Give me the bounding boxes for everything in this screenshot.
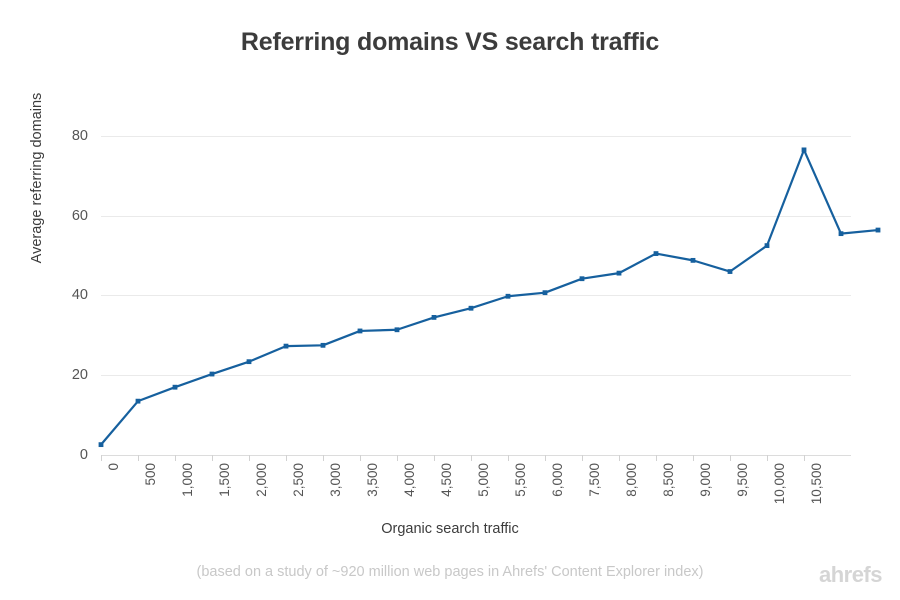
x-axis-tick-mark	[656, 455, 657, 461]
x-axis-tick-label: 8,000	[624, 463, 639, 497]
data-point-marker	[727, 269, 733, 274]
x-axis-tick-mark	[804, 455, 805, 461]
footer-note: (based on a study of ~920 million web pa…	[196, 564, 704, 580]
y-axis-tick-label: 20	[71, 367, 88, 384]
data-point-marker	[246, 359, 252, 365]
y-axis-tick-label: 60	[71, 207, 88, 224]
data-point-marker	[172, 384, 178, 390]
data-point-marker	[764, 243, 770, 249]
data-point-marker	[579, 276, 585, 282]
x-axis-tick-label: 0	[106, 463, 121, 471]
y-axis-tick-label: 80	[71, 127, 88, 144]
x-axis-tick-label: 9,500	[735, 463, 750, 497]
data-point-marker	[283, 343, 289, 349]
x-axis-tick-mark	[508, 455, 509, 461]
data-point-marker	[431, 315, 437, 320]
x-axis-tick-mark	[471, 455, 472, 461]
x-axis-tick-label: 1,500	[217, 463, 232, 497]
x-axis-tick-mark	[545, 455, 546, 461]
x-axis-tick-mark	[767, 455, 768, 461]
x-axis-tick-label: 1,000	[180, 463, 195, 497]
x-axis-tick-label: 6,000	[550, 463, 565, 497]
chart-container: Referring domains VS search traffic Aver…	[0, 0, 900, 600]
y-axis-tick-labels: 0 20 40 60 80	[40, 112, 88, 463]
chart-title: Referring domains VS search traffic	[240, 28, 660, 56]
x-axis-tick-label: 4,000	[402, 463, 417, 497]
x-axis-tick-mark	[138, 455, 139, 461]
data-point-marker	[505, 293, 511, 299]
data-point-marker	[394, 327, 400, 333]
x-axis-tick-mark	[397, 455, 398, 461]
data-point-marker	[98, 442, 104, 448]
plot-area	[98, 112, 881, 455]
x-axis-tick-label: 10,000	[772, 463, 787, 505]
x-axis-tick-mark	[582, 455, 583, 461]
ahrefs-logo: ahrefs	[818, 562, 883, 587]
x-axis-tick-label: 2,000	[254, 463, 269, 497]
y-axis-tick-label: 40	[71, 287, 88, 304]
data-point-marker	[357, 328, 363, 334]
data-point-marker	[801, 147, 807, 153]
x-axis-tick-mark	[434, 455, 435, 461]
x-axis-tick-mark	[286, 455, 287, 461]
x-axis-tick-label: 500	[143, 463, 158, 486]
x-axis-tick-label: 2,500	[291, 463, 306, 497]
x-axis-tick-mark	[249, 455, 250, 461]
data-point-marker	[690, 257, 696, 263]
data-point-marker	[653, 251, 659, 256]
x-axis-tick-marks	[101, 455, 851, 463]
x-axis-tick-label: 3,000	[328, 463, 343, 497]
data-point-marker	[875, 227, 881, 233]
x-axis-title: Organic search traffic	[381, 521, 519, 537]
line-series	[98, 147, 881, 448]
x-axis-tick-label: 3,500	[365, 463, 380, 497]
x-axis-tick-mark	[619, 455, 620, 461]
x-axis-tick-label: 5,500	[513, 463, 528, 497]
x-axis-tick-mark	[730, 455, 731, 461]
x-axis-tick-label: 8,500	[661, 463, 676, 497]
data-point-marker	[320, 342, 326, 348]
series-line	[99, 148, 880, 446]
data-point-marker	[468, 305, 474, 311]
x-axis-tick-label: 5,000	[476, 463, 491, 497]
x-axis-tick-mark	[101, 455, 102, 461]
x-axis-tick-label: 10,500	[809, 463, 824, 505]
x-axis-tick-mark	[360, 455, 361, 461]
x-axis-tick-label: 4,500	[439, 463, 454, 497]
data-point-marker	[838, 231, 844, 237]
x-axis-tick-mark	[212, 455, 213, 461]
y-axis-tick-label: 0	[79, 447, 88, 463]
x-axis-tick-mark	[693, 455, 694, 461]
x-axis-tick-labels: 0 500 1,000 1,500 2,000 2,500 3,000 3,500 4,000 4…	[101, 463, 851, 521]
series-markers	[98, 147, 881, 448]
x-axis-tick-mark	[175, 455, 176, 461]
data-point-marker	[616, 270, 622, 276]
x-axis-tick-mark	[323, 455, 324, 461]
data-point-marker	[135, 398, 141, 404]
x-axis-tick-label: 7,500	[587, 463, 602, 497]
data-point-marker	[209, 371, 215, 377]
data-point-marker	[542, 290, 548, 296]
x-axis-tick-label: 9,000	[698, 463, 713, 497]
